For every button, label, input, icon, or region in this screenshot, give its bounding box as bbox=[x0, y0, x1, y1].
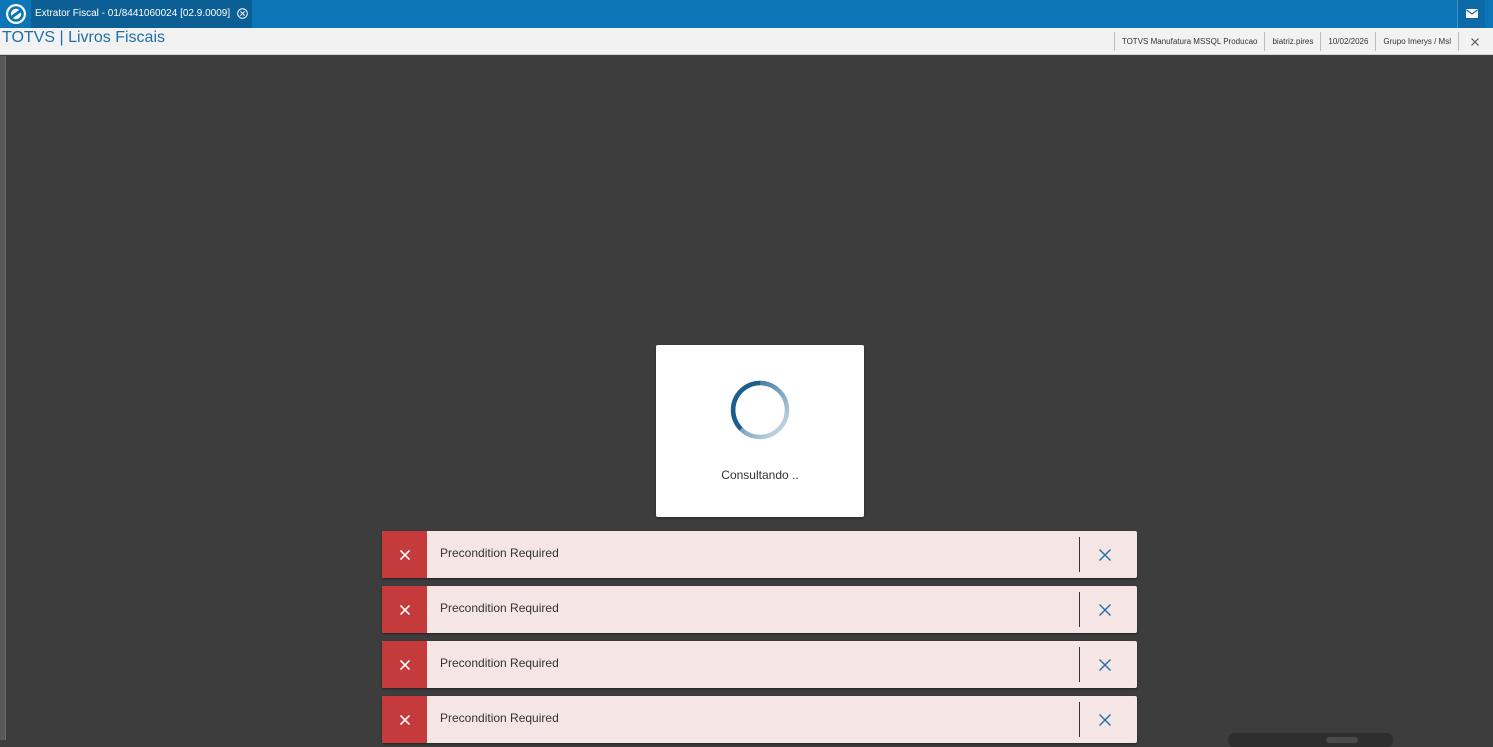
toast-error-badge bbox=[382, 641, 427, 688]
toast-error-badge bbox=[382, 531, 427, 578]
user-label: biatriz.pires bbox=[1264, 32, 1320, 51]
error-x-icon bbox=[399, 604, 410, 615]
toast-error-badge bbox=[382, 696, 427, 743]
error-toast: Precondition Required bbox=[382, 641, 1137, 688]
footer-bar-handle[interactable] bbox=[1326, 737, 1358, 743]
left-panel-edge bbox=[0, 56, 6, 740]
close-circle-icon[interactable] bbox=[237, 8, 248, 19]
close-icon bbox=[1471, 37, 1479, 46]
window-tab[interactable]: Extrator Fiscal - 01/8441060024 [02.9.00… bbox=[31, 0, 252, 28]
toast-divider bbox=[1079, 537, 1080, 572]
error-toast: Precondition Required bbox=[382, 696, 1137, 743]
environment-label: TOTVS Manufatura MSSQL Producao bbox=[1113, 32, 1265, 51]
toast-message: Precondition Required bbox=[440, 711, 559, 725]
toast-divider bbox=[1079, 647, 1080, 682]
toast-divider bbox=[1079, 702, 1080, 737]
loading-message: Consultando .. bbox=[721, 468, 799, 482]
error-toast: Precondition Required bbox=[382, 586, 1137, 633]
window-top-bar: Extrator Fiscal - 01/8441060024 [02.9.00… bbox=[0, 0, 1493, 28]
close-icon bbox=[1098, 658, 1111, 671]
toast-divider bbox=[1079, 592, 1080, 627]
close-icon bbox=[1098, 603, 1111, 616]
toast-close-button[interactable] bbox=[1095, 655, 1114, 674]
error-x-icon bbox=[399, 549, 410, 560]
footer-bar-fragment bbox=[1228, 733, 1393, 747]
loading-spinner-icon bbox=[730, 380, 790, 440]
close-icon bbox=[1098, 548, 1111, 561]
close-icon bbox=[1098, 713, 1111, 726]
error-x-icon bbox=[399, 659, 410, 670]
toast-message: Precondition Required bbox=[440, 546, 559, 560]
mail-button[interactable] bbox=[1457, 0, 1485, 28]
mail-icon bbox=[1466, 9, 1478, 18]
toast-error-badge bbox=[382, 586, 427, 633]
error-x-icon bbox=[399, 714, 410, 725]
page-title: TOTVS | Livros Fiscais bbox=[2, 29, 165, 46]
module-header: TOTVS | Livros Fiscais TOTVS Manufatura … bbox=[0, 28, 1493, 55]
session-info: TOTVS Manufatura MSSQL Producao biatriz.… bbox=[1113, 32, 1493, 51]
window-tab-title: Extrator Fiscal - 01/8441060024 [02.9.00… bbox=[35, 8, 231, 19]
company-label: Grupo Imerys / Msl bbox=[1375, 32, 1458, 51]
toast-message: Precondition Required bbox=[440, 601, 559, 615]
date-label: 10/02/2026 bbox=[1320, 32, 1375, 51]
toast-close-button[interactable] bbox=[1095, 710, 1114, 729]
loading-dialog: Consultando .. bbox=[656, 345, 864, 517]
toast-message: Precondition Required bbox=[440, 656, 559, 670]
toast-close-button[interactable] bbox=[1095, 545, 1114, 564]
header-close-button[interactable] bbox=[1458, 32, 1493, 51]
totvs-logo-icon[interactable] bbox=[5, 3, 27, 25]
toast-close-button[interactable] bbox=[1095, 600, 1114, 619]
error-toast: Precondition Required bbox=[382, 531, 1137, 578]
